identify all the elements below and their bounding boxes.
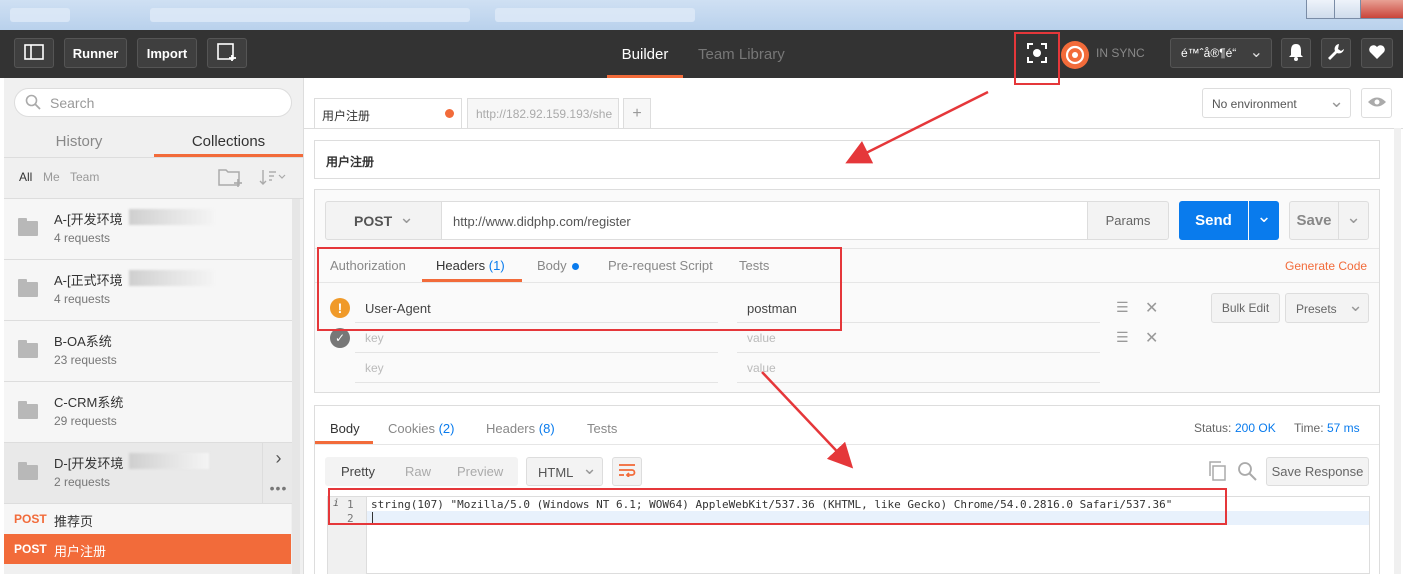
annotation-arrows [761,90,989,469]
